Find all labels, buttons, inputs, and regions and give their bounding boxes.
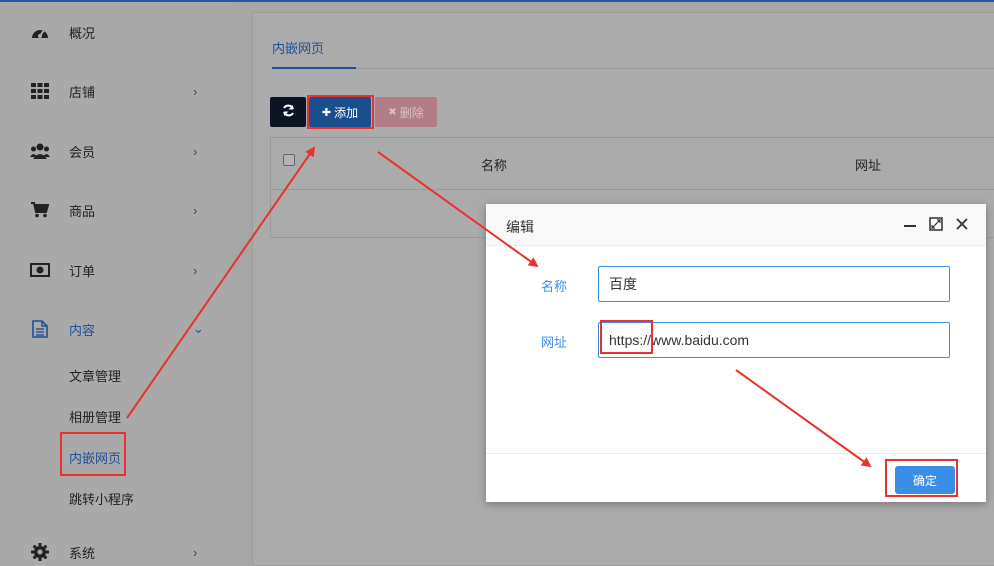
sidebar-item-content[interactable]: 内容 ⌄	[0, 309, 232, 349]
dialog-title: 编辑	[506, 219, 534, 235]
name-field-label: 名称	[541, 279, 568, 294]
delete-button-label: 删除	[399, 105, 424, 120]
sidebar-subitem-miniprogram[interactable]: 跳转小程序	[69, 489, 134, 508]
maximize-icon[interactable]	[928, 216, 944, 232]
sidebar-subitem-albums[interactable]: 相册管理	[69, 407, 121, 426]
chevron-down-icon: ⌄	[193, 321, 204, 336]
sidebar-item-label: 订单	[69, 263, 96, 279]
url-field-label: 网址	[541, 335, 568, 350]
sidebar-item-label: 内容	[69, 322, 96, 338]
name-field[interactable]: 百度	[598, 266, 950, 302]
close-icon[interactable]	[954, 216, 970, 232]
sidebar-item-label: 系统	[69, 545, 96, 561]
sidebar-item-label: 店铺	[69, 84, 96, 100]
document-icon	[30, 319, 50, 339]
gear-icon	[30, 542, 50, 562]
sidebar-item-orders[interactable]: 订单 ›	[0, 250, 232, 290]
sidebar-item-system[interactable]: 系统 ›	[0, 532, 232, 566]
edit-dialog: 编辑 名称 百度 网址 https://www.baidu.com 确定	[486, 204, 986, 502]
chevron-right-icon: ›	[193, 143, 198, 159]
column-header-url[interactable]: 网址	[855, 155, 881, 174]
tab-embedded-pages[interactable]: 内嵌网页	[272, 38, 324, 57]
highlight-add-button	[307, 95, 374, 129]
minimize-icon[interactable]	[902, 216, 918, 232]
chevron-right-icon: ›	[193, 202, 198, 218]
grid-icon	[30, 81, 50, 101]
highlight-confirm-button	[885, 459, 958, 497]
sidebar-subitem-articles[interactable]: 文章管理	[69, 366, 121, 385]
highlight-https-prefix	[600, 320, 653, 354]
chevron-right-icon: ›	[193, 262, 198, 278]
sidebar-item-products[interactable]: 商品 ›	[0, 190, 232, 230]
money-icon	[30, 260, 50, 280]
refresh-button[interactable]	[270, 97, 306, 127]
delete-button[interactable]: ✖ 删除	[375, 97, 437, 127]
refresh-icon	[282, 104, 295, 120]
dialog-header: 编辑	[486, 204, 986, 246]
highlight-embedded-pages	[60, 432, 126, 476]
column-header-name[interactable]: 名称	[481, 155, 507, 174]
chevron-right-icon: ›	[193, 544, 198, 560]
cart-icon	[30, 200, 50, 220]
sidebar-item-overview[interactable]: 概况	[0, 12, 232, 52]
tab-active-indicator	[272, 67, 356, 69]
sidebar-item-label: 会员	[69, 144, 96, 160]
chevron-right-icon: ›	[193, 83, 198, 99]
sidebar-item-label: 商品	[69, 203, 96, 219]
users-icon	[30, 141, 50, 161]
dialog-footer-divider	[486, 453, 986, 454]
dashboard-icon	[30, 22, 50, 42]
close-icon: ✖	[388, 106, 397, 118]
sidebar-item-store[interactable]: 店铺 ›	[0, 71, 232, 111]
select-all-checkbox[interactable]	[283, 154, 295, 166]
tab-divider	[272, 68, 994, 69]
sidebar-item-members[interactable]: 会员 ›	[0, 131, 232, 171]
table-header-divider	[271, 189, 994, 190]
sidebar-item-label: 概况	[69, 25, 96, 41]
